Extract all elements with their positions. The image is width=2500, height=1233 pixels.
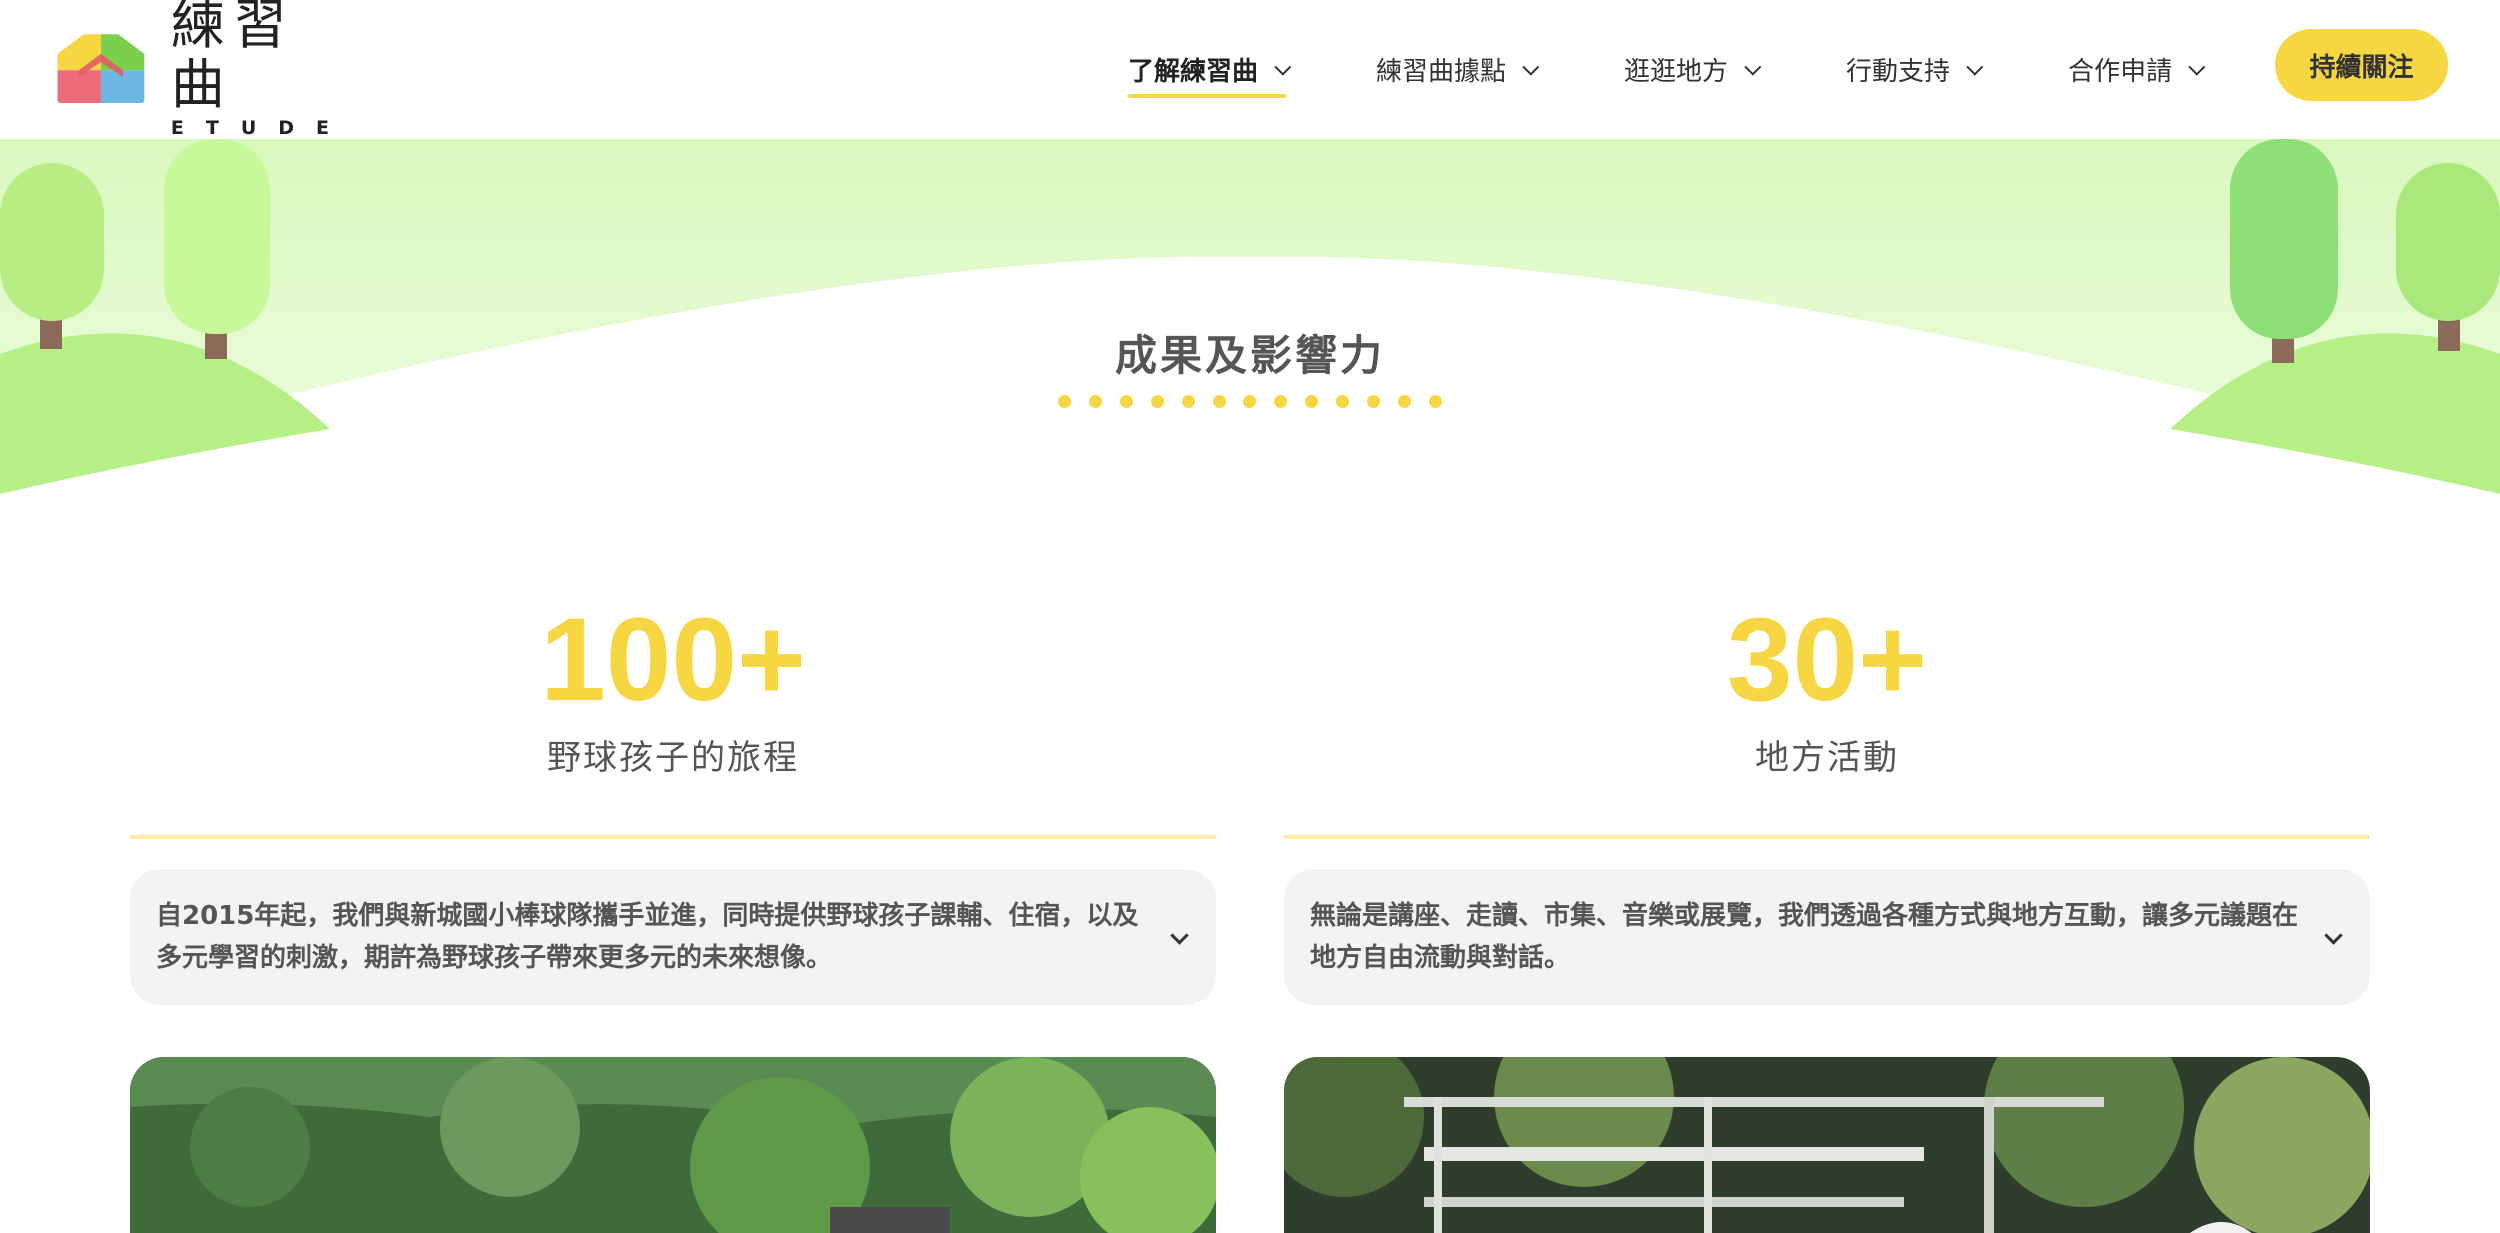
nav-item-label: 逛逛地方 xyxy=(1624,57,1729,87)
stat-divider xyxy=(130,835,1216,839)
section-title: 成果及影響力 xyxy=(1114,331,1385,380)
stat-label: 野球孩子的旅程 xyxy=(547,738,799,778)
site-logo[interactable]: 練習曲 ETUDE xyxy=(51,0,351,139)
logo-english-text: ETUDE xyxy=(170,117,351,139)
nav-item-label: 練習曲據點 xyxy=(1376,57,1507,87)
chevron-down-icon xyxy=(2188,58,2206,76)
chevron-down-icon xyxy=(1966,58,1984,76)
nav-item-about[interactable]: 了解練習曲 xyxy=(1128,40,1292,100)
nav-item-label: 了解練習曲 xyxy=(1128,57,1259,87)
stat-photo xyxy=(130,1057,1216,1233)
stat-description-text: 自2015年起，我們與新城國小棒球隊攜手並進，同時提供野球孩子課輔、住宿，以及多… xyxy=(156,901,1139,973)
hero-banner xyxy=(0,139,2500,499)
follow-button[interactable]: 持續關注 xyxy=(2275,29,2448,101)
stat-divider xyxy=(1284,835,2370,839)
stat-local-events: 30+ 地方活動 xyxy=(1284,590,2370,779)
chevron-down-icon xyxy=(1522,58,1540,76)
chevron-down-icon xyxy=(2324,926,2343,945)
chevron-down-icon xyxy=(1744,58,1762,76)
stat-photo xyxy=(1284,1057,2370,1233)
stat-description-accordion[interactable]: 自2015年起，我們與新城國小棒球隊攜手並進，同時提供野球孩子課輔、住宿，以及多… xyxy=(130,869,1216,1005)
chevron-down-icon xyxy=(1274,58,1292,76)
stat-description-text: 無論是講座、走讀、市集、音樂或展覽，我們透過各種方式與地方互動，讓多元議題在地方… xyxy=(1310,901,2299,973)
main-nav: 了解練習曲 練習曲據點 逛逛地方 行動支持 合作申請 xyxy=(1128,0,2290,139)
stat-baseball-kids: 100+ 野球孩子的旅程 xyxy=(130,590,1216,779)
stat-description-accordion[interactable]: 無論是講座、走讀、市集、音樂或展覽，我們透過各種方式與地方互動，讓多元議題在地方… xyxy=(1284,869,2370,1005)
stat-number: 30+ xyxy=(1726,594,1928,726)
nav-item-label: 行動支持 xyxy=(1846,57,1951,87)
nav-item-explore[interactable]: 逛逛地方 xyxy=(1624,40,1762,100)
logo-chinese-text: 練習曲 xyxy=(170,0,295,116)
hills-illustration xyxy=(0,139,2500,499)
nav-item-label: 合作申請 xyxy=(2068,57,2173,87)
nav-item-partnership[interactable]: 合作申請 xyxy=(2068,40,2206,100)
nav-item-locations[interactable]: 練習曲據點 xyxy=(1376,40,1540,100)
logo-house-icon xyxy=(57,34,145,104)
title-dot-divider xyxy=(1058,395,1442,413)
nav-item-support[interactable]: 行動支持 xyxy=(1846,40,1984,100)
chevron-down-icon xyxy=(1170,926,1189,945)
stat-label: 地方活動 xyxy=(1755,738,1899,778)
stat-number: 100+ xyxy=(540,594,806,726)
site-header: 練習曲 ETUDE 了解練習曲 練習曲據點 逛逛地方 行動支持 合作申請 持續關… xyxy=(0,0,2500,139)
